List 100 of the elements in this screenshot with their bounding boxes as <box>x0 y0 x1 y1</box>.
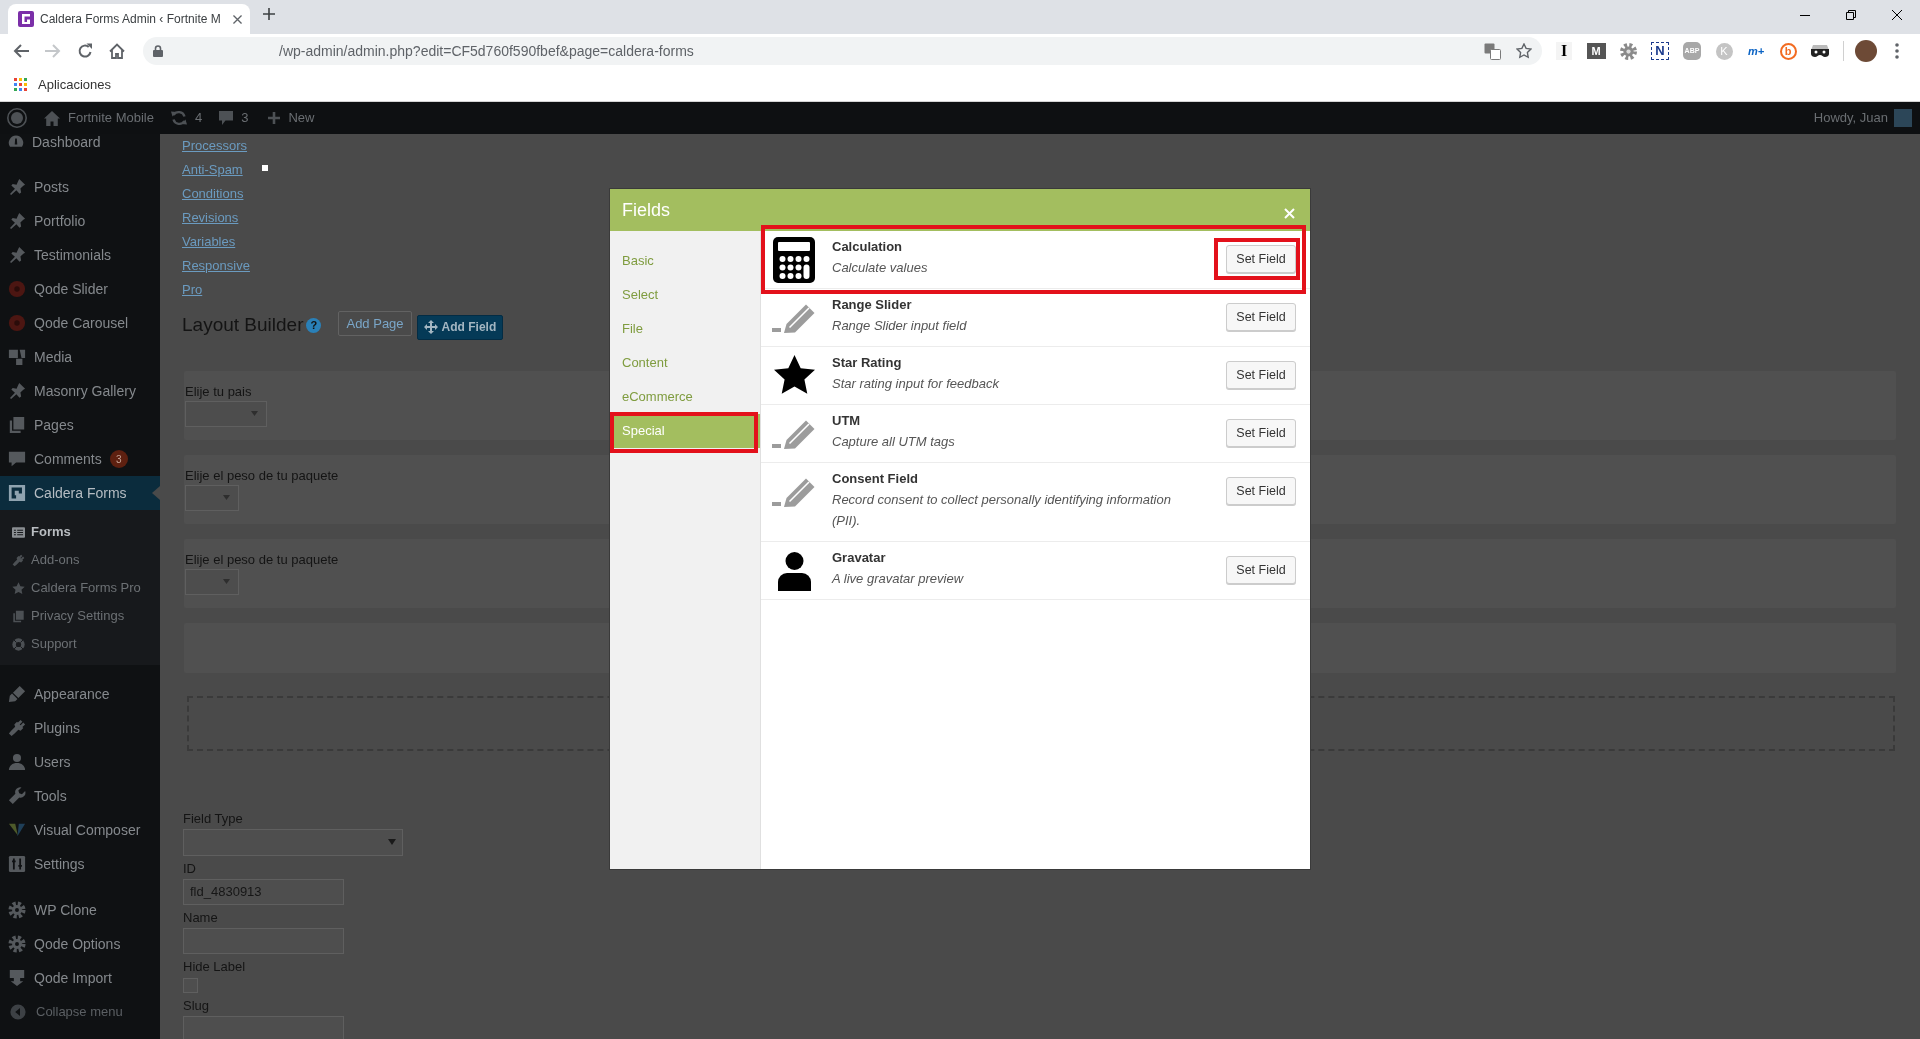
bookmark-star-icon[interactable] <box>1516 43 1532 59</box>
mask-icon[interactable] <box>1811 45 1829 57</box>
back-arrow-icon[interactable] <box>13 43 29 59</box>
pin-icon <box>8 246 26 264</box>
favicon-icon <box>18 11 34 27</box>
circle-logo-icon <box>8 280 26 298</box>
sidebar-item[interactable]: Media <box>0 340 160 374</box>
address-bar[interactable]: /wp-admin/admin.php?edit=CF5d760f590fbef&page=caldera-forms <box>143 37 1542 65</box>
submenu-item[interactable]: Forms <box>0 518 160 546</box>
extension-button[interactable]: I <box>1556 42 1572 60</box>
tab-link[interactable]: Conditions <box>182 182 244 206</box>
lock-icon <box>153 45 163 57</box>
sidebar-item[interactable]: Dashboard <box>0 134 160 150</box>
account-menu[interactable]: Howdy, Juan <box>1813 108 1912 128</box>
sidebar-item[interactable]: Tools <box>0 779 160 813</box>
sidebar-item[interactable]: Posts <box>0 170 160 204</box>
tab-link[interactable]: Revisions <box>182 206 239 230</box>
sidebar-item[interactable]: Settings <box>0 847 160 881</box>
restore-icon[interactable] <box>1846 10 1856 20</box>
field-description: Star rating input for feedback <box>832 375 999 393</box>
field-description: A live gravatar preview <box>832 570 963 588</box>
caret-icon <box>251 411 258 416</box>
browser-tab[interactable]: Caldera Forms Admin ‹ Fortnite M <box>8 4 250 34</box>
new-content-link[interactable]: New <box>268 108 315 128</box>
set-field-button[interactable]: Set Field <box>1226 477 1296 505</box>
home-icon[interactable] <box>109 43 125 59</box>
category-tab[interactable]: Select <box>610 278 760 312</box>
field-label: Elije tu pais <box>185 382 252 401</box>
sidebar-item[interactable]: Plugins <box>0 711 160 745</box>
tab-link[interactable]: Pro <box>182 278 203 302</box>
submenu-item[interactable]: Privacy Settings <box>0 602 160 630</box>
dialog-title: Fields <box>622 198 670 222</box>
tab-link[interactable]: Processors <box>182 134 248 158</box>
help-icon[interactable]: ? <box>306 317 322 333</box>
import-icon <box>8 969 26 987</box>
sidebar-item[interactable]: Visual Composer <box>0 813 160 847</box>
select-field[interactable] <box>185 484 239 511</box>
category-tab[interactable]: eCommerce <box>610 380 760 414</box>
minimize-icon[interactable] <box>1800 14 1810 16</box>
set-field-button[interactable]: Set Field <box>1226 303 1296 331</box>
bookmark-item[interactable]: Aplicaciones <box>14 74 111 95</box>
extension-button[interactable]: m+ <box>1747 43 1765 59</box>
set-field-button[interactable]: Set Field <box>1226 361 1296 389</box>
sidebar-item[interactable]: Masonry Gallery <box>0 374 160 408</box>
sidebar-item[interactable]: Qode Slider <box>0 272 160 306</box>
plug-icon <box>12 553 25 567</box>
field-label: Elije el peso de tu paquete <box>185 550 339 569</box>
category-tab[interactable]: Content <box>610 346 760 380</box>
tab-link[interactable]: Anti-Spam <box>182 158 243 182</box>
square-marker-icon <box>262 165 268 171</box>
sidebar-item[interactable]: Qode Import <box>0 961 160 995</box>
sidebar-item[interactable]: Appearance <box>0 677 160 711</box>
circle-logo-icon <box>8 314 26 332</box>
window-close-icon[interactable] <box>1892 10 1902 20</box>
extension-button[interactable]: N <box>1651 42 1669 60</box>
sidebar-item[interactable]: Pages <box>0 408 160 442</box>
primary-button[interactable]: Add Field <box>416 314 504 340</box>
profile-photo-placeholder[interactable] <box>1855 40 1877 62</box>
sidebar-item[interactable]: Portfolio <box>0 204 160 238</box>
person-icon <box>777 552 811 591</box>
field-description: Range Slider input field <box>832 317 967 335</box>
sidebar-item[interactable]: Caldera Forms <box>0 476 160 510</box>
updates-link[interactable]: 4 <box>171 108 203 128</box>
caret-icon <box>223 579 230 584</box>
set-field-button[interactable]: Set Field <box>1226 245 1296 273</box>
new-tab-icon[interactable] <box>263 8 275 20</box>
sidebar-item[interactable]: Comments 3 <box>0 442 160 476</box>
plus-icon <box>268 112 281 124</box>
submenu-item[interactable]: Caldera Forms Pro <box>0 574 160 602</box>
site-link[interactable]: Fortnite Mobile <box>44 108 154 128</box>
outline-button[interactable]: Add Page <box>338 311 412 336</box>
gear-icon[interactable] <box>1619 42 1637 60</box>
tab-link[interactable]: Variables <box>182 230 236 254</box>
sidebar-item[interactable]: Users <box>0 745 160 779</box>
submenu-item[interactable]: Add-ons <box>0 546 160 574</box>
sidebar-item[interactable]: Qode Carousel <box>0 306 160 340</box>
select-field[interactable] <box>185 568 239 595</box>
reload-icon[interactable] <box>77 43 93 59</box>
user-icon <box>8 753 26 771</box>
field-name: Calculation <box>832 238 903 256</box>
tab-link[interactable]: Responsive <box>182 254 250 278</box>
extension-button[interactable]: M <box>1586 43 1606 59</box>
sidebar-item[interactable]: Qode Options <box>0 927 160 961</box>
pages-icon <box>12 609 25 623</box>
translate-icon[interactable] <box>1484 42 1501 60</box>
more-menu-icon[interactable] <box>1895 43 1899 59</box>
extension-button[interactable]: b <box>1779 42 1797 60</box>
set-field-button[interactable]: Set Field <box>1226 556 1296 584</box>
apps-grid-icon <box>14 78 27 91</box>
collapse-menu-button[interactable]: Collapse menu <box>0 995 160 1029</box>
close-icon[interactable] <box>233 14 242 24</box>
set-field-button[interactable]: Set Field <box>1226 419 1296 447</box>
comments-link[interactable]: 3 <box>219 108 249 128</box>
category-tab[interactable]: File <box>610 312 760 346</box>
sidebar-item[interactable]: Testimonials <box>0 238 160 272</box>
select-field[interactable] <box>185 400 267 427</box>
category-tab[interactable]: Basic <box>610 244 760 278</box>
sidebar-item[interactable]: WP Clone <box>0 893 160 927</box>
select-field[interactable] <box>183 828 403 856</box>
submenu-item[interactable]: Support <box>0 630 160 658</box>
